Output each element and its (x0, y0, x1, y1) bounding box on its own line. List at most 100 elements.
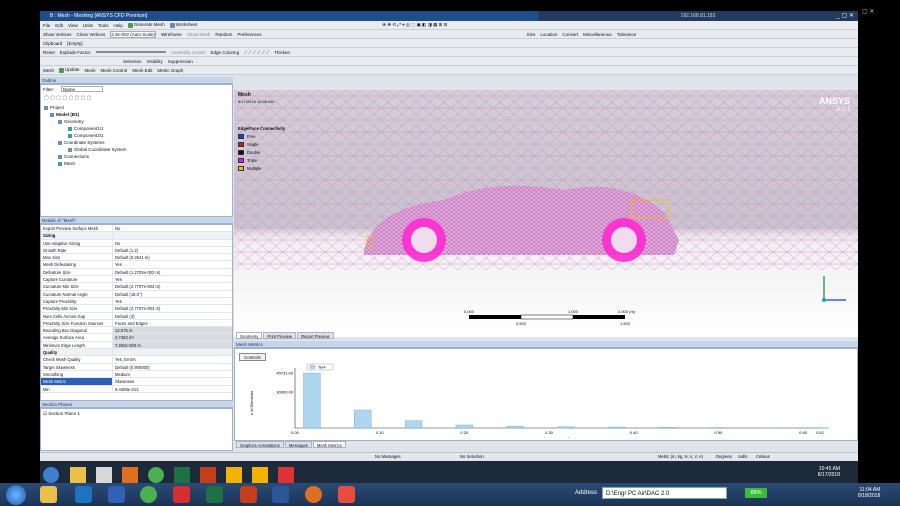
details-row[interactable]: Bounding Box Diagonal 12.575 m (41, 327, 232, 335)
details-value[interactable]: Yes (113, 261, 232, 267)
details-row[interactable]: Capture Proximity Yes (41, 297, 232, 306)
tab-mesh-metrics[interactable]: Mesh Metrics (312, 441, 346, 448)
taskbar-powerpoint-icon[interactable] (240, 486, 257, 503)
details-value[interactable]: 2.7482 m² (113, 334, 232, 341)
details-value[interactable]: Medium (113, 371, 232, 377)
tab-messages[interactable]: Messages (284, 441, 312, 448)
details-row[interactable]: Use Adaptive Sizing No (41, 239, 232, 247)
preferences-button[interactable]: Preferences (237, 32, 261, 37)
media-player-icon[interactable] (122, 467, 138, 483)
details-row[interactable]: Minimum Edge Length 7.252e-003 m (41, 341, 232, 350)
address-field[interactable]: D:\Engr PC Air\DAC 2.0 (602, 487, 727, 499)
taskbar-visual-studio-icon[interactable] (108, 486, 125, 503)
details-row[interactable]: Proximity Size Function Sources Faces and… (41, 319, 232, 328)
close-vertices-button[interactable]: Close Vertices (77, 32, 106, 37)
details-row[interactable]: Capture Curvature Yes (41, 276, 232, 284)
details-row[interactable]: Average Surface Area 2.7482 m² (41, 334, 232, 342)
mesh-menu[interactable]: Mesh (85, 68, 96, 73)
random-button[interactable]: Random (215, 32, 232, 37)
menu-help[interactable]: Help (114, 23, 123, 28)
details-value[interactable]: Default (2.7707e-003 m) (113, 283, 232, 289)
details-value[interactable]: Default (0.2541 m) (113, 254, 232, 260)
chrome-icon[interactable] (148, 467, 164, 483)
reset-button[interactable]: Reset (43, 50, 55, 55)
taskbar-excel-icon[interactable] (206, 486, 223, 503)
taskbar-ie-icon[interactable] (75, 486, 92, 503)
tree-item-component2[interactable]: Component2\1 (44, 132, 127, 139)
details-value[interactable]: Default (3) (113, 313, 232, 319)
details-value[interactable]: 12.575 m (113, 327, 232, 334)
thicken-button[interactable]: Thicken (274, 50, 290, 55)
taskbar-word-icon[interactable] (272, 486, 289, 503)
taskbar-snagit-icon[interactable] (338, 486, 355, 503)
section-plane-item[interactable]: ☑ Section Plane 1 (43, 411, 80, 417)
details-value[interactable] (113, 349, 232, 355)
filter-select[interactable]: Name (61, 86, 103, 92)
show-vertices-button[interactable]: Show Vertices (43, 32, 72, 37)
tree-item-geometry[interactable]: Geometry (44, 118, 127, 125)
assembly-center-select[interactable]: Assembly Center (171, 50, 205, 55)
details-row[interactable]: Export Preview Surface Mesh No (41, 225, 232, 233)
remote-start-icon[interactable] (43, 467, 59, 483)
controls-button[interactable]: Controls (239, 353, 266, 361)
update-button[interactable]: Update (59, 67, 80, 73)
tab-graphics-annotations[interactable]: Graphics Annotations (236, 441, 284, 448)
details-value[interactable]: Default (2.7707e-003 m) (113, 305, 232, 311)
details-row[interactable]: Mesh Defeaturing Yes (41, 261, 232, 269)
powerpoint-icon[interactable] (200, 467, 216, 483)
wireframe-button[interactable]: Wireframe (161, 32, 182, 37)
details-row[interactable]: Curvature Min Size Default (2.7707e-003 m… (41, 283, 232, 291)
explode-slider[interactable] (96, 51, 167, 53)
mesh-control-menu[interactable]: Mesh Control (101, 68, 128, 73)
details-row[interactable]: Curvature Normal Angle Default (18.0°) (41, 290, 232, 298)
details-value[interactable]: Skewness (113, 378, 232, 384)
scale-select[interactable]: 3.3e-002 (Auto Scale) (110, 30, 157, 38)
menu-edit[interactable]: Edit (55, 23, 63, 28)
details-value[interactable]: Default (0.900000) (113, 364, 232, 370)
tree-item-component1[interactable]: Component1\1 (44, 125, 127, 132)
tab-print-preview[interactable]: Print Preview (263, 332, 297, 339)
show-mesh-button[interactable]: Show Mesh (187, 32, 211, 37)
selection-menu[interactable]: Selection (123, 59, 142, 64)
menu-tools[interactable]: Tools (98, 23, 109, 28)
tab-geometry[interactable]: Geometry (236, 332, 263, 339)
menu-units[interactable]: Units (83, 23, 93, 28)
details-value[interactable]: Default (1.2703e-003 m) (113, 269, 232, 275)
details-value[interactable]: Yes (113, 298, 232, 304)
details-value[interactable]: Default (18.0°) (113, 291, 232, 297)
tolerance-menu[interactable]: Tolerance (617, 32, 637, 37)
details-row[interactable]: Max Size Default (0.2541 m) (41, 254, 232, 262)
tree-item-global-coordinate-system[interactable]: Global Coordinate System (44, 146, 127, 153)
details-row[interactable]: Growth Rate Default (1.2) (41, 246, 232, 255)
visibility-menu[interactable]: Visibility (147, 59, 163, 64)
taskbar-media-icon[interactable] (305, 486, 322, 503)
status-units[interactable]: Metric (m, kg, N, s, V, A) (658, 453, 703, 461)
details-value[interactable]: 9.4459e-012 (113, 386, 232, 392)
suppression-menu[interactable]: Suppression (168, 59, 193, 64)
tab-report-preview[interactable]: Report Preview (297, 332, 334, 339)
tree-item-model[interactable]: Model (B3) (44, 111, 127, 118)
ansys-workbench-icon[interactable] (226, 467, 242, 483)
details-row[interactable]: Smoothing Medium (41, 370, 232, 379)
menu-file[interactable]: File (43, 23, 50, 28)
clipboard-label[interactable]: Clipboard (43, 41, 62, 46)
details-value[interactable]: No (113, 225, 232, 231)
worksheet-button[interactable]: Worksheet (169, 22, 197, 28)
details-row[interactable]: Sizing (41, 232, 232, 240)
details-value[interactable]: No (113, 240, 232, 246)
details-value[interactable]: Faces and Edges (113, 320, 232, 326)
details-row[interactable]: Num Cells Across Gap Default (3) (41, 312, 232, 320)
taskbar-chrome-icon[interactable] (140, 486, 157, 503)
view-tools-strip[interactable]: ⊕ ✥ ⟲ ⤢ ⌖ ◎ ⬚ ▣ ◧ ◨ ▦ ⊞ ⊟ (382, 22, 447, 28)
details-row[interactable]: Defeature Size Default (1.2703e-003 m) (41, 268, 232, 277)
excel-icon[interactable] (174, 467, 190, 483)
graphics-viewport[interactable]: Mesh 8/17/2018 10:38 AM ANSYS R19.1 Edge… (234, 90, 858, 337)
metric-graph-button[interactable]: Metric Graph (157, 68, 183, 73)
details-row[interactable]: Target Skewness Default (0.900000) (41, 363, 232, 371)
outline-tools[interactable]: ▢ ▢ ▢ ▢ ▢ ▢ ▢ ▢ (44, 95, 92, 101)
edge-coloring-menu[interactable]: Edge Coloring (211, 50, 240, 55)
status-celsius[interactable]: Celsius (756, 453, 770, 461)
taskbar-acrobat-icon[interactable] (173, 486, 190, 503)
size-menu[interactable]: Size (527, 32, 536, 37)
details-row[interactable]: Mesh Metric Skewness (41, 378, 232, 386)
